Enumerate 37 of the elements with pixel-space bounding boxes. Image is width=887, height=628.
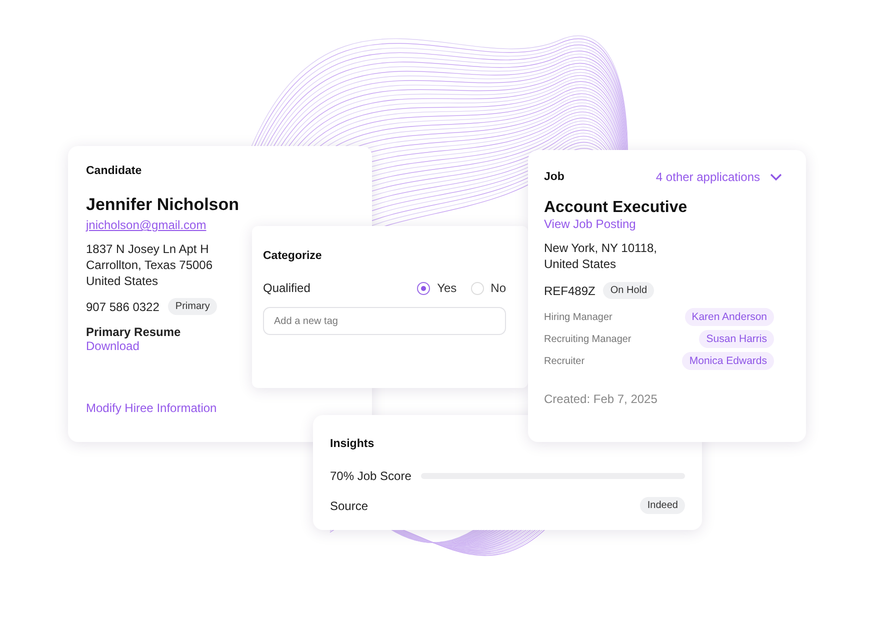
- chevron-down-icon: [770, 173, 782, 181]
- download-link[interactable]: Download: [86, 339, 140, 353]
- location-line: New York, NY 10118,: [544, 241, 657, 255]
- other-applications-dropdown[interactable]: 4 other applications: [656, 170, 782, 184]
- candidate-name: Jennifer Nicholson: [86, 195, 240, 215]
- radio-button[interactable]: [417, 282, 430, 294]
- address-line: 1837 N Josey Ln Apt H: [86, 242, 210, 256]
- tag-input-field[interactable]: Add a new tag: [263, 307, 506, 335]
- section-heading: Candidate: [86, 165, 142, 177]
- address-line: United States: [86, 274, 160, 288]
- field-label: Qualified: [263, 281, 310, 295]
- location-line: United States: [544, 257, 618, 271]
- modify-link[interactable]: Modify Hiree Information: [86, 401, 217, 415]
- role-label: Recruiting Manager: [544, 334, 632, 344]
- role-label: Hiring Manager: [544, 312, 612, 322]
- job-posting-link[interactable]: View Job Posting: [544, 217, 636, 231]
- section-heading: Categorize: [263, 250, 322, 262]
- option-label: Yes: [437, 281, 457, 295]
- created-date: Created: Feb 7, 2025: [544, 392, 658, 406]
- person-tag: Karen Anderson: [684, 308, 774, 326]
- source-label: Source: [330, 498, 368, 512]
- section-heading: Job: [544, 171, 564, 183]
- option-label: No: [490, 281, 506, 295]
- job-score-label: 70% Job Score: [330, 469, 412, 483]
- phone-tag: Primary: [168, 298, 217, 315]
- status-tag: On Hold: [603, 282, 654, 299]
- person-tag: Susan Harris: [699, 330, 774, 348]
- source-tag: Indeed: [640, 497, 685, 514]
- phone-number: 907 586 0322: [86, 300, 160, 314]
- email-link[interactable]: jnicholson@gmail.com: [86, 218, 206, 232]
- person-tag: Monica Edwards: [682, 352, 774, 370]
- resume-heading: Primary Resume: [86, 325, 181, 339]
- section-heading: Insights: [330, 438, 374, 450]
- address-line: Carrollton, Texas 75006: [86, 258, 213, 272]
- role-label: Recruiter: [544, 356, 585, 366]
- job-reference: REF489Z: [544, 284, 596, 298]
- job-title: Account Executive: [544, 199, 688, 217]
